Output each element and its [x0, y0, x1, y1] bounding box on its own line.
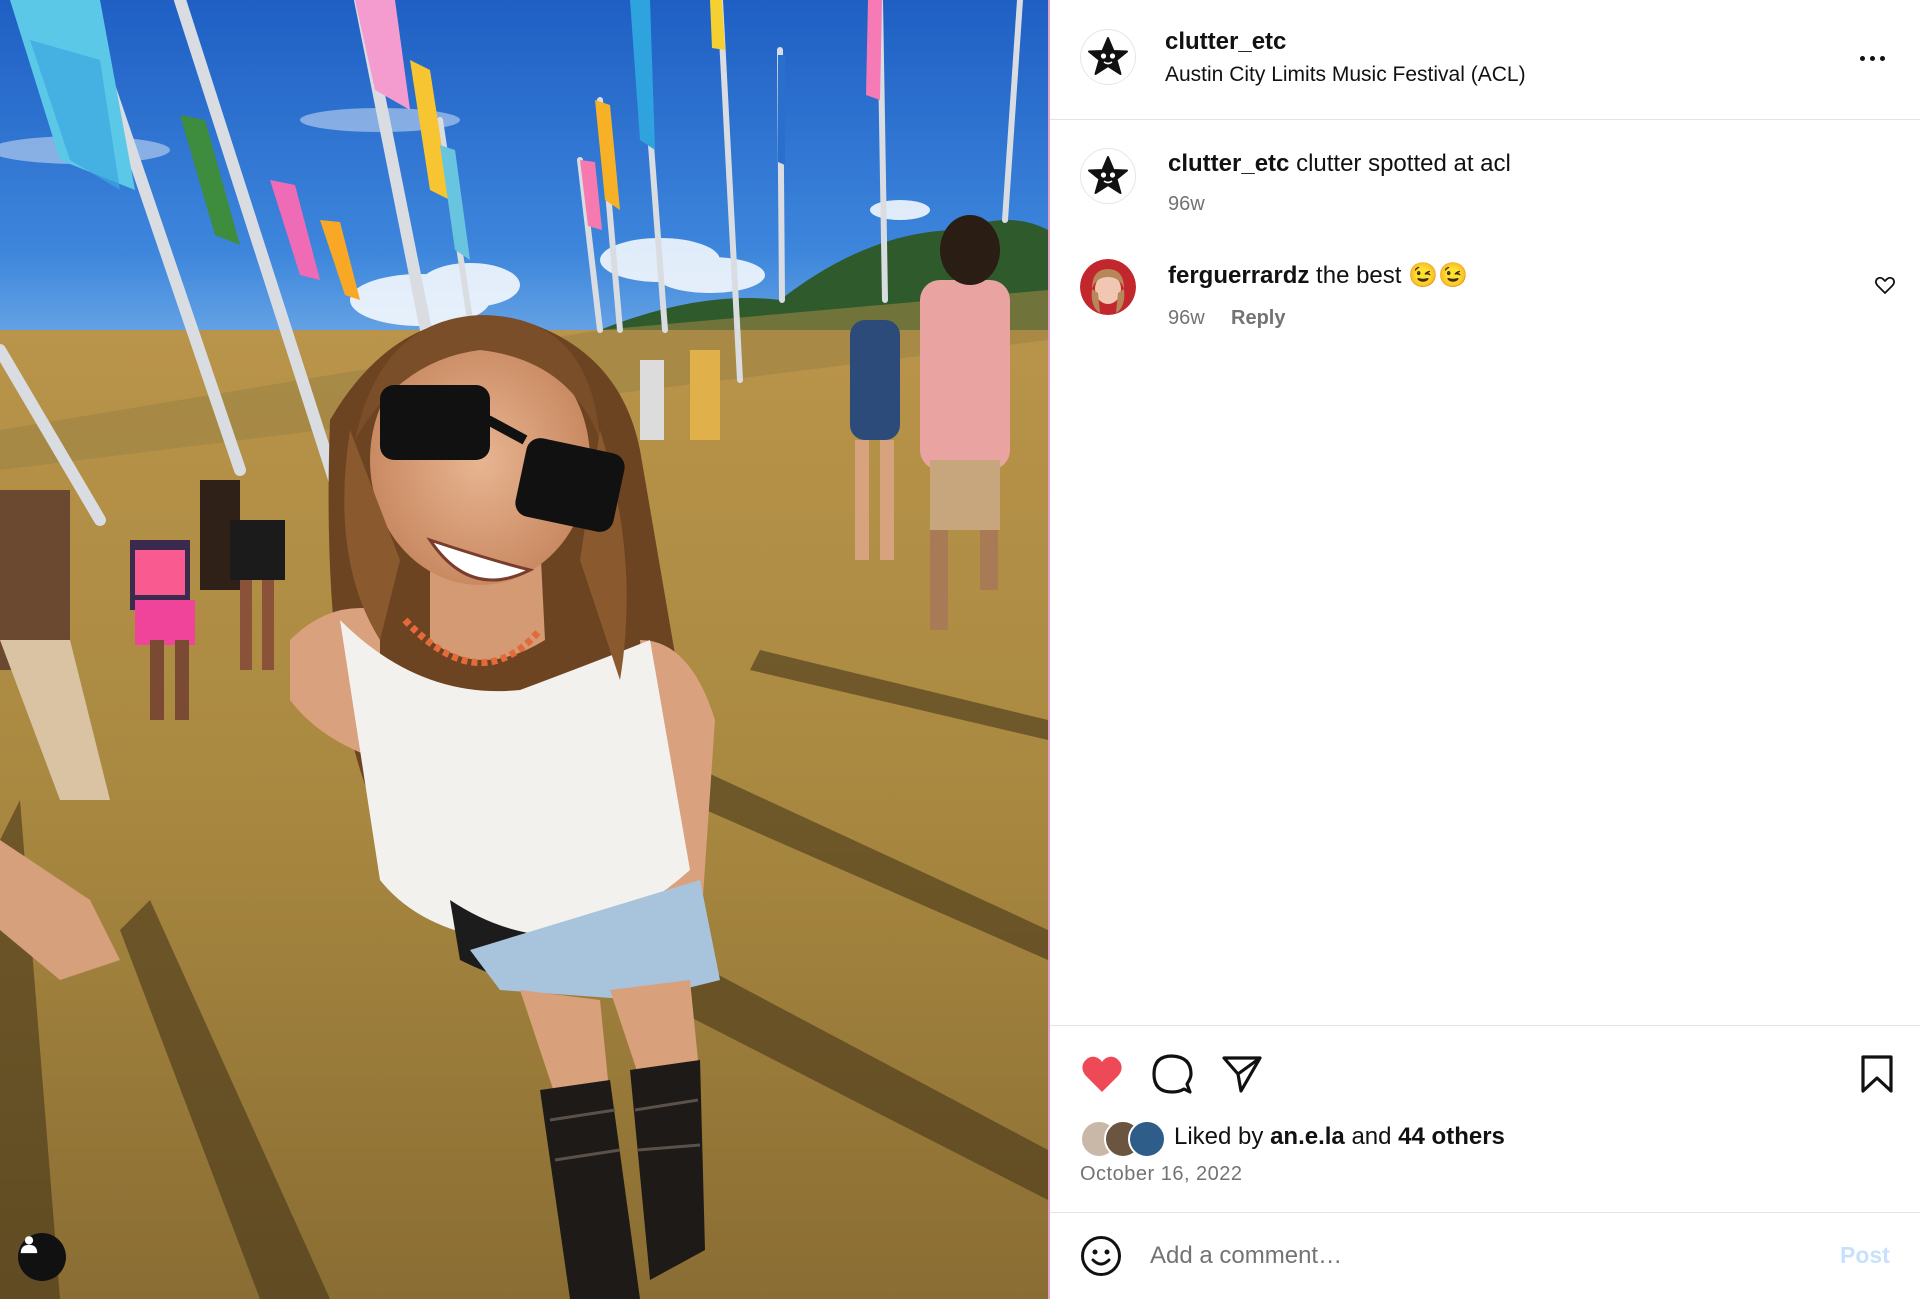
- user-tag-button[interactable]: [18, 1233, 66, 1281]
- user-tag-icon: [20, 1236, 38, 1254]
- post-comment-button[interactable]: Post: [1840, 1242, 1890, 1269]
- emoji-icon: [1081, 1236, 1121, 1276]
- comment-button[interactable]: [1150, 1052, 1194, 1096]
- likers-avatars[interactable]: [1080, 1120, 1172, 1158]
- post-date[interactable]: October 16, 2022: [1080, 1163, 1243, 1186]
- caption-author-avatar[interactable]: [1080, 148, 1136, 204]
- likes-others-link[interactable]: 44 others: [1398, 1123, 1505, 1150]
- more-icon-dot: [1869, 55, 1875, 61]
- star-avatar-icon: [1088, 156, 1128, 194]
- post-header: clutter_etc Austin City Limits Music Fes…: [1050, 0, 1920, 120]
- liker-avatar: [1128, 1120, 1166, 1158]
- commenter-avatar[interactable]: [1080, 259, 1136, 315]
- likes-prefix: Liked by: [1174, 1123, 1271, 1150]
- caption-username[interactable]: clutter_etc: [1168, 150, 1289, 177]
- comment-input[interactable]: [1148, 1232, 1792, 1280]
- caption: clutter_etc clutter spotted at acl: [1168, 150, 1511, 178]
- emoji-button[interactable]: [1080, 1235, 1122, 1277]
- heart-icon: [1082, 1056, 1122, 1092]
- action-bar: Liked by an.e.la and 44 others October 1…: [1050, 1025, 1920, 1213]
- first-liker-link[interactable]: an.e.la: [1270, 1123, 1345, 1150]
- comment-timestamp[interactable]: 96w: [1168, 307, 1205, 330]
- comment: ferguerrardz the best 😉😉: [1168, 261, 1468, 290]
- bookmark-icon: [1861, 1055, 1893, 1093]
- avatar-photo: [1080, 259, 1136, 315]
- star-avatar-icon: [1088, 37, 1128, 75]
- author-avatar[interactable]: [1080, 29, 1136, 85]
- comment-icon: [1152, 1054, 1193, 1094]
- comment-like-button[interactable]: [1873, 273, 1897, 297]
- like-button[interactable]: [1080, 1052, 1124, 1096]
- post-details-panel: clutter_etc Austin City Limits Music Fes…: [1050, 0, 1920, 1299]
- likes-joiner: and: [1344, 1123, 1399, 1150]
- more-icon: [1859, 55, 1865, 61]
- save-button[interactable]: [1855, 1052, 1899, 1096]
- author-username[interactable]: clutter_etc: [1165, 28, 1286, 56]
- post-location[interactable]: Austin City Limits Music Festival (ACL): [1165, 63, 1526, 87]
- share-icon: [1222, 1056, 1262, 1093]
- caption-timestamp[interactable]: 96w: [1168, 193, 1205, 216]
- reply-button[interactable]: Reply: [1231, 307, 1285, 330]
- add-comment-form: Post: [1050, 1212, 1920, 1299]
- likes-summary: Liked by an.e.la and 44 others: [1174, 1123, 1505, 1151]
- share-button[interactable]: [1220, 1052, 1264, 1096]
- comment-text: the best 😉😉: [1316, 262, 1468, 289]
- heart-outline-icon: [1874, 276, 1896, 294]
- post-photo[interactable]: [0, 0, 1048, 1299]
- caption-text: clutter spotted at acl: [1296, 150, 1511, 177]
- more-icon-dot: [1879, 55, 1885, 61]
- festival-photo-illustration: [0, 0, 1048, 1299]
- more-options-button[interactable]: [1850, 40, 1894, 76]
- comment-username[interactable]: ferguerrardz: [1168, 262, 1309, 289]
